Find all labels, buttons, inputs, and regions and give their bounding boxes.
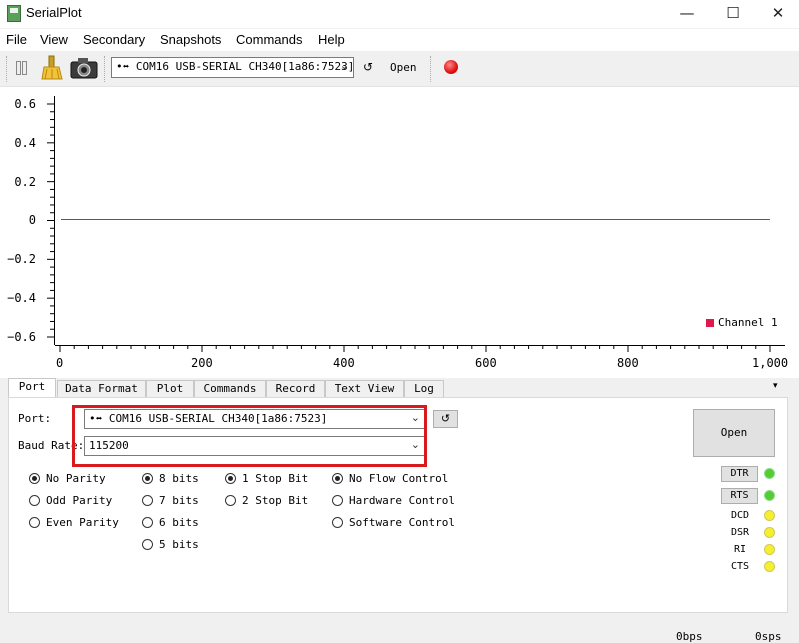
tab-data-format[interactable]: Data Format [57,380,146,397]
radio-no-flow-control[interactable] [332,473,343,484]
x-tick-label: 200 [191,356,213,370]
cts-status-led [764,561,775,572]
dcd-label: DCD [731,510,750,521]
maximize-button[interactable]: ☐ [710,0,756,28]
y-tick-label: 0 [28,213,36,227]
menu-snapshots[interactable]: Snapshots [160,32,221,47]
menu-secondary[interactable]: Secondary [83,32,145,47]
radio-8-bits[interactable] [142,473,153,484]
tab-plot[interactable]: Plot [146,380,194,397]
rts-button[interactable]: RTS [721,488,758,504]
radio-label: No Parity [46,472,106,485]
toolbar-separator [430,56,433,82]
x-tick-label: 0 [56,356,64,370]
y-tick-label: −0.4 [7,291,36,305]
radio-label: 6 bits [159,516,199,529]
y-tick-label: −0.2 [7,252,36,266]
channel-1-series-line [61,219,770,220]
toolbar-separator [104,56,107,82]
radio-label: Odd Parity [46,494,113,507]
tab-log[interactable]: Log [404,380,444,397]
minimize-button[interactable]: — [664,0,710,28]
y-tick-label: 0.2 [14,175,36,189]
port-label: Port: [18,412,52,425]
record-icon[interactable] [444,60,458,74]
tab-port[interactable]: Port [8,378,56,398]
radio-label: No Flow Control [349,472,449,485]
x-tick-label: 400 [333,356,355,370]
legend-swatch [706,319,714,327]
port-select-toolbar-value: •⬌ COM16 USB-SERIAL CH340[1a86:7523] [116,60,355,73]
cts-label: CTS [731,561,750,572]
dcd-status-led [764,510,775,521]
radio-label: Hardware Control [349,494,455,507]
rts-status-led [764,490,775,501]
x-tick-label: 1,000 [752,356,789,370]
y-tick-label: 0.4 [14,136,36,150]
radio-even-parity[interactable] [29,517,40,528]
axis-ticks [47,103,771,352]
open-port-button[interactable]: Open [693,409,775,457]
toolbar-handle [6,56,9,82]
radio-label: 7 bits [159,494,199,507]
ri-status-led [764,544,775,555]
menu-view[interactable]: View [40,32,68,47]
tab-record[interactable]: Record [266,380,325,397]
menu-help[interactable]: Help [318,32,345,47]
window-title: SerialPlot [26,5,82,20]
dtr-button[interactable]: DTR [721,466,758,482]
refresh-ports-icon[interactable]: ↺ [363,60,373,74]
radio-label: 2 Stop Bit [242,494,309,507]
radio-hardware-control[interactable] [332,495,343,506]
port-select-toolbar[interactable]: •⬌ COM16 USB-SERIAL CH340[1a86:7523] ⌄ [111,57,354,78]
menu-commands[interactable]: Commands [236,32,302,47]
y-tick-label: 0.6 [14,97,36,111]
radio-label: 1 Stop Bit [242,472,309,485]
x-tick-label: 600 [475,356,497,370]
open-port-toolbar-button[interactable]: Open [390,61,417,74]
pause-icon-bar [22,61,27,75]
highlight-annotation [72,405,427,467]
broom-icon[interactable] [40,55,64,81]
pause-icon[interactable] [16,61,21,75]
app-icon [7,5,21,22]
radio-odd-parity[interactable] [29,495,40,506]
radio-7-bits[interactable] [142,495,153,506]
radio-no-parity[interactable] [29,473,40,484]
x-tick-label: 800 [617,356,639,370]
dtr-status-led [764,468,775,479]
ri-label: RI [734,544,747,555]
radio-label: Software Control [349,516,455,529]
y-tick-label: −0.6 [7,330,36,344]
radio-label: Even Parity [46,516,119,529]
chevron-down-icon: ⌄ [339,59,349,72]
dsr-label: DSR [731,527,750,538]
close-button[interactable]: ✕ [755,0,799,28]
radio-label: 8 bits [159,472,199,485]
radio-1-stop-bit[interactable] [225,473,236,484]
bitrate-status: 0bps [676,630,703,643]
tab-commands[interactable]: Commands [194,380,266,397]
radio-software-control[interactable] [332,517,343,528]
dsr-status-led [764,527,775,538]
radio-6-bits[interactable] [142,517,153,528]
menu-file[interactable]: File [6,32,27,47]
radio-label: 5 bits [159,538,199,551]
tab-text-view[interactable]: Text View [325,380,404,397]
radio-2-stop-bit[interactable] [225,495,236,506]
tabs-overflow-icon[interactable]: ▾ [773,381,778,391]
camera-icon[interactable] [70,56,98,80]
radio-5-bits[interactable] [142,539,153,550]
refresh-ports-button[interactable]: ↺ [433,410,458,428]
sample-rate-status: 0sps [755,630,782,643]
legend-label: Channel 1 [718,316,778,329]
